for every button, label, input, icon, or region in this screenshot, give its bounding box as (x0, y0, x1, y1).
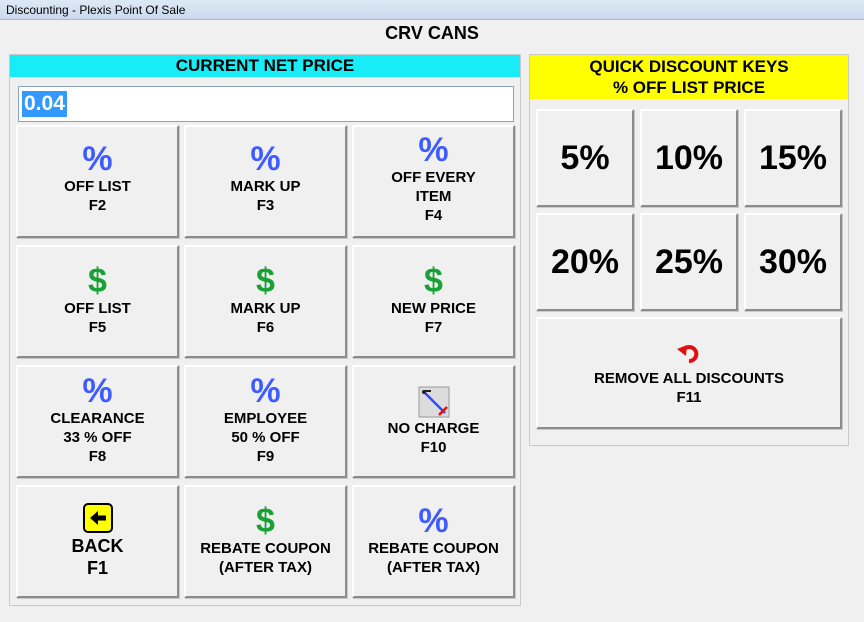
button-label: OFF EVERY (391, 169, 476, 186)
back-arrow-icon (18, 503, 177, 535)
back-button[interactable]: BACK F1 (16, 485, 179, 598)
button-key: F6 (256, 319, 275, 336)
button-key: F1 (86, 558, 108, 578)
button-label: MARK UP (230, 178, 301, 195)
off-every-item-percent-button[interactable]: % OFF EVERY ITEM F4 (352, 125, 515, 238)
button-label: NO CHARGE (387, 420, 480, 437)
button-label: OFF LIST (64, 300, 131, 317)
dollar-icon: $ (424, 262, 443, 300)
rebate-coupon-percent-button[interactable]: % REBATE COUPON (AFTER TAX) (352, 485, 515, 598)
button-label: BACK (71, 536, 124, 556)
net-price-value: 0.04 (22, 91, 67, 117)
percent-icon: % (250, 140, 281, 178)
button-key: F5 (88, 319, 107, 336)
quick-discount-subtitle: % OFF LIST PRICE (612, 78, 766, 97)
button-label-2: 50 % OFF (231, 429, 300, 446)
off-list-percent-button[interactable]: % OFF LIST F2 (16, 125, 179, 238)
new-price-button[interactable]: $ NEW PRICE F7 (352, 245, 515, 358)
clearance-button[interactable]: % CLEARANCE 33 % OFF F8 (16, 365, 179, 478)
undo-arrow-icon (538, 339, 840, 369)
quick-discount-5-button[interactable]: 5% (536, 109, 634, 207)
button-label: REBATE COUPON (200, 540, 331, 557)
button-label: REBATE COUPON (368, 540, 499, 557)
button-label: OFF LIST (64, 178, 131, 195)
off-list-dollar-button[interactable]: $ OFF LIST F5 (16, 245, 179, 358)
button-label-2: (AFTER TAX) (386, 559, 481, 576)
title-bar: Discounting - Plexis Point Of Sale (0, 0, 864, 20)
quick-discount-header: QUICK DISCOUNT KEYS % OFF LIST PRICE (530, 55, 848, 99)
quick-discount-title: QUICK DISCOUNT KEYS (589, 57, 789, 76)
dollar-icon: $ (256, 502, 275, 540)
button-key: F7 (424, 319, 443, 336)
button-label: NEW PRICE (390, 300, 476, 317)
percent-icon: % (418, 131, 449, 169)
mark-up-dollar-button[interactable]: $ MARK UP F6 (184, 245, 347, 358)
net-price-input[interactable]: 0.04 (18, 86, 514, 122)
button-label: CLEARANCE (50, 410, 145, 427)
button-label-2: ITEM (415, 188, 452, 205)
button-key: F10 (420, 439, 447, 456)
button-key: F11 (676, 389, 702, 406)
quick-discount-15-button[interactable]: 15% (744, 109, 842, 207)
item-name: CRV CANS (385, 23, 479, 43)
button-key: F3 (256, 197, 275, 214)
percent-icon: % (82, 372, 113, 410)
no-charge-button[interactable]: NO CHARGE F10 (352, 365, 515, 478)
remove-all-discounts-button[interactable]: REMOVE ALL DISCOUNTS F11 (536, 317, 842, 429)
window-title: Discounting - Plexis Point Of Sale (6, 3, 186, 17)
no-charge-icon (354, 385, 513, 419)
mark-up-percent-button[interactable]: % MARK UP F3 (184, 125, 347, 238)
quick-discount-30-button[interactable]: 30% (744, 213, 842, 311)
button-key: F4 (424, 207, 443, 224)
button-label: REMOVE ALL DISCOUNTS (593, 370, 784, 387)
button-key: F2 (88, 197, 107, 214)
quick-discount-panel: QUICK DISCOUNT KEYS % OFF LIST PRICE 5% … (529, 54, 849, 446)
current-net-price-header: CURRENT NET PRICE (10, 55, 520, 77)
button-label: EMPLOYEE (223, 410, 308, 427)
quick-discount-20-button[interactable]: 20% (536, 213, 634, 311)
rebate-coupon-dollar-button[interactable]: $ REBATE COUPON (AFTER TAX) (184, 485, 347, 598)
percent-icon: % (82, 140, 113, 178)
button-key: F9 (256, 448, 275, 465)
button-label-2: 33 % OFF (63, 429, 132, 446)
percent-icon: % (250, 372, 281, 410)
percent-icon: % (418, 502, 449, 540)
dollar-icon: $ (88, 262, 107, 300)
employee-button[interactable]: % EMPLOYEE 50 % OFF F9 (184, 365, 347, 478)
dollar-icon: $ (256, 262, 275, 300)
button-label: MARK UP (230, 300, 301, 317)
quick-discount-25-button[interactable]: 25% (640, 213, 738, 311)
quick-discount-10-button[interactable]: 10% (640, 109, 738, 207)
discount-panel: CURRENT NET PRICE 0.04 % OFF LIST F2 % M… (9, 54, 521, 606)
button-key: F8 (88, 448, 107, 465)
button-label-2: (AFTER TAX) (218, 559, 313, 576)
